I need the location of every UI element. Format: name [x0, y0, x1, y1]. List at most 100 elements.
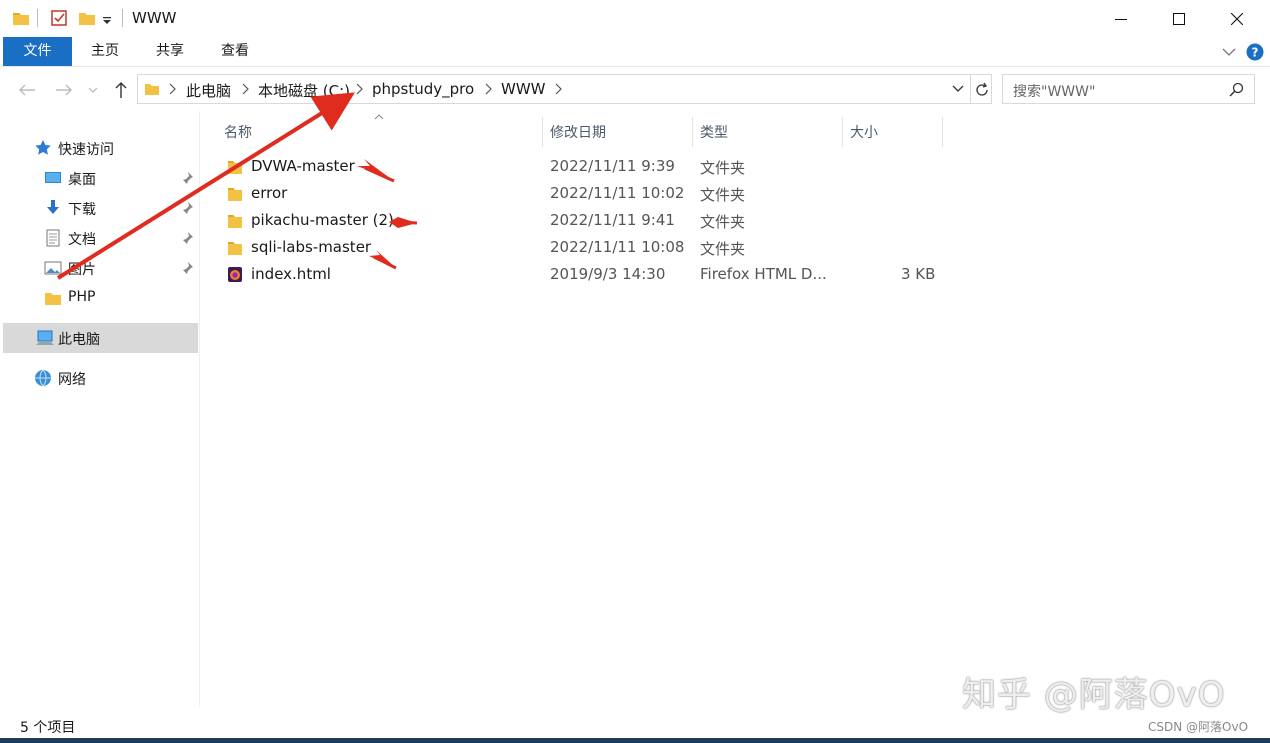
- file-name: sqli-labs-master: [251, 238, 372, 256]
- sidebar-item-downloads[interactable]: 下载: [0, 193, 200, 223]
- column-divider[interactable]: [692, 117, 693, 147]
- chevron-right-icon[interactable]: [355, 83, 365, 95]
- sidebar-item-network[interactable]: 网络: [0, 363, 200, 393]
- chevron-right-icon[interactable]: [484, 83, 494, 95]
- pin-icon[interactable]: [180, 231, 194, 245]
- sidebar-item-quick-access[interactable]: 快速访问: [0, 133, 200, 163]
- chevron-right-icon[interactable]: [554, 83, 564, 95]
- navigation-pane: 快速访问 桌面 下载 文档 图片 PHP 此电脑 网络: [0, 111, 200, 707]
- tab-home[interactable]: 主页: [80, 37, 130, 66]
- recent-locations-button[interactable]: [86, 80, 100, 100]
- maximize-icon: [1173, 12, 1185, 25]
- navigation-bar: 此电脑 本地磁盘 (C:) phpstudy_pro WWW 搜索"WWW": [0, 67, 1270, 111]
- chevron-right-icon[interactable]: [168, 83, 178, 95]
- table-row[interactable]: pikachu-master (2) 2022/11/11 9:41 文件夹: [201, 207, 1251, 234]
- file-name: error: [251, 184, 288, 202]
- file-name: pikachu-master (2): [251, 211, 394, 229]
- chevron-down-icon: [88, 87, 98, 93]
- sidebar-label: 快速访问: [58, 142, 114, 158]
- sidebar-label: PHP: [68, 289, 96, 305]
- sidebar-item-documents[interactable]: 文档: [0, 223, 200, 253]
- item-count: 5 个项目: [20, 720, 76, 736]
- sidebar-item-desktop[interactable]: 桌面: [0, 163, 200, 193]
- column-header-row: 名称 修改日期 类型 大小: [201, 114, 1251, 147]
- help-icon[interactable]: ?: [1246, 43, 1264, 61]
- search-placeholder: 搜索"WWW": [1013, 84, 1096, 100]
- breadcrumb-this-pc[interactable]: 此电脑: [186, 80, 231, 101]
- properties-icon[interactable]: [50, 9, 68, 27]
- table-row[interactable]: index.html 2019/9/3 14:30 Firefox HTML D…: [201, 261, 1251, 288]
- sidebar-label: 文档: [68, 232, 96, 248]
- column-divider[interactable]: [942, 117, 943, 147]
- pin-icon[interactable]: [180, 201, 194, 215]
- breadcrumb-local-disk[interactable]: 本地磁盘 (C:): [258, 80, 350, 101]
- computer-icon: [36, 330, 54, 345]
- column-divider[interactable]: [542, 117, 543, 147]
- forward-button[interactable]: [54, 80, 74, 100]
- refresh-icon[interactable]: [974, 82, 990, 98]
- table-row[interactable]: error 2022/11/11 10:02 文件夹: [201, 180, 1251, 207]
- sidebar-item-pictures[interactable]: 图片: [0, 253, 200, 283]
- search-icon[interactable]: [1229, 82, 1244, 97]
- window-title: WWW: [132, 9, 177, 27]
- column-type[interactable]: 类型: [700, 122, 728, 142]
- sidebar-item-php[interactable]: PHP: [0, 283, 200, 313]
- pin-icon[interactable]: [180, 171, 194, 185]
- tab-share[interactable]: 共享: [145, 37, 195, 66]
- file-modified: 2019/9/3 14:30: [550, 265, 666, 283]
- back-button[interactable]: [17, 80, 37, 100]
- column-name[interactable]: 名称: [224, 122, 252, 142]
- divider: [970, 75, 971, 103]
- breadcrumb-phpstudy[interactable]: phpstudy_pro: [372, 80, 474, 98]
- file-type: 文件夹: [700, 213, 746, 231]
- ribbon-tabs: 文件 主页 共享 查看 ?: [0, 37, 1270, 67]
- close-button[interactable]: [1208, 0, 1266, 37]
- file-name: DVWA-master: [251, 157, 355, 175]
- back-arrow-icon: [19, 84, 35, 96]
- column-modified[interactable]: 修改日期: [550, 122, 606, 142]
- new-folder-icon[interactable]: [78, 9, 96, 27]
- address-bar[interactable]: 此电脑 本地磁盘 (C:) phpstudy_pro WWW: [137, 74, 992, 104]
- address-history-dropdown-icon[interactable]: [952, 85, 964, 93]
- expand-ribbon-icon[interactable]: [1222, 43, 1236, 61]
- table-row[interactable]: DVWA-master 2022/11/11 9:39 文件夹: [201, 153, 1251, 180]
- pin-icon[interactable]: [180, 261, 194, 275]
- folder-icon: [228, 188, 242, 201]
- column-size[interactable]: 大小: [850, 122, 878, 142]
- minimize-button[interactable]: [1092, 0, 1150, 37]
- close-icon: [1231, 12, 1243, 25]
- column-divider[interactable]: [842, 117, 843, 147]
- search-box[interactable]: 搜索"WWW": [1002, 74, 1255, 104]
- firefox-html-icon: [228, 267, 242, 282]
- maximize-button[interactable]: [1150, 0, 1208, 37]
- vertical-scrollbar[interactable]: [1252, 111, 1270, 707]
- tab-view[interactable]: 查看: [210, 37, 260, 66]
- network-icon: [35, 369, 51, 387]
- title-bar: WWW: [0, 0, 1270, 37]
- tab-file[interactable]: 文件: [3, 37, 72, 66]
- sidebar-item-this-pc[interactable]: 此电脑: [3, 323, 198, 353]
- folder-icon: [228, 215, 242, 228]
- table-row[interactable]: sqli-labs-master 2022/11/11 10:08 文件夹: [201, 234, 1251, 261]
- star-icon: [35, 140, 51, 155]
- file-modified: 2022/11/11 10:08: [550, 238, 685, 256]
- file-modified: 2022/11/11 9:39: [550, 157, 675, 175]
- up-button[interactable]: [111, 80, 131, 100]
- pictures-icon: [44, 261, 62, 275]
- file-name: index.html: [251, 265, 331, 283]
- file-type: 文件夹: [700, 159, 746, 177]
- sidebar-label: 此电脑: [58, 332, 100, 348]
- up-arrow-icon: [115, 82, 127, 98]
- sidebar-label: 桌面: [68, 172, 96, 188]
- file-type: 文件夹: [700, 186, 746, 204]
- desktop-icon: [45, 172, 61, 183]
- folder-icon: [228, 161, 242, 174]
- folder-icon: [13, 13, 29, 25]
- folder-icon: [45, 293, 61, 305]
- svg-text:?: ?: [1252, 46, 1259, 60]
- customize-toolbar-icon[interactable]: [101, 9, 113, 27]
- download-icon: [47, 200, 59, 214]
- chevron-right-icon[interactable]: [241, 83, 251, 95]
- breadcrumb-www[interactable]: WWW: [501, 80, 546, 98]
- document-icon: [46, 229, 60, 247]
